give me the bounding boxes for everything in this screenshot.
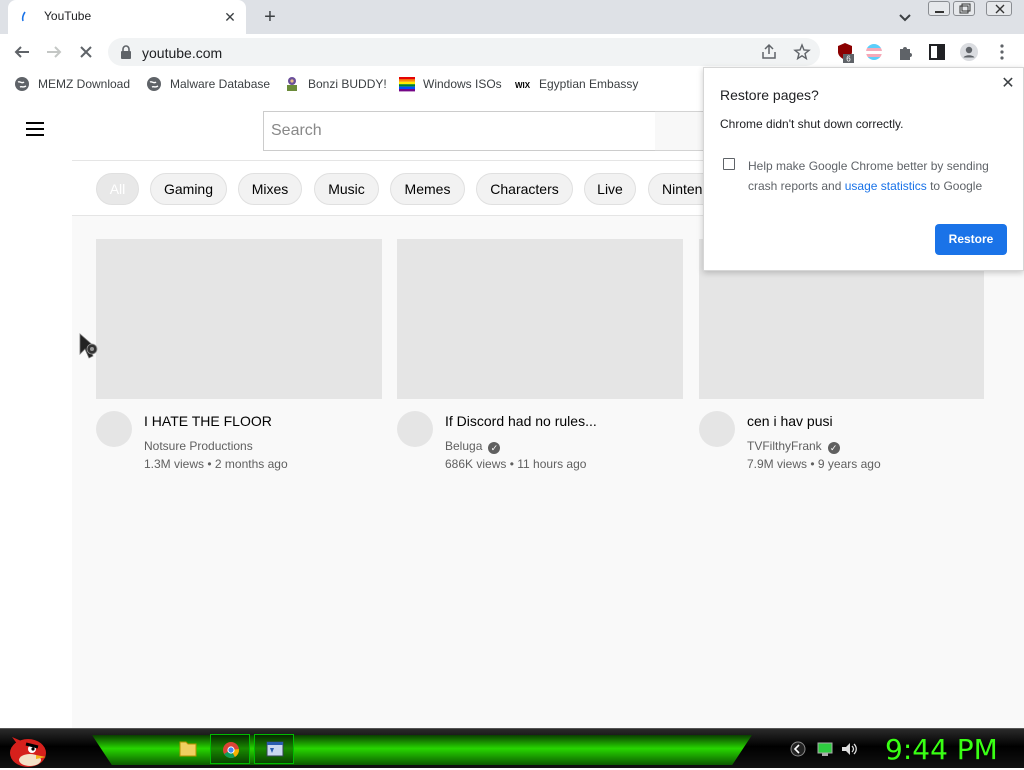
taskbar-app-window[interactable] [254, 734, 294, 764]
side-panel-icon[interactable] [926, 41, 948, 63]
search-input[interactable]: Search [263, 111, 656, 151]
share-icon[interactable] [760, 43, 778, 61]
bookmark-egyptian-embassy[interactable]: WIX Egyptian Embassy [515, 74, 640, 94]
video-title[interactable]: I HATE THE FLOOR [144, 413, 272, 429]
chrome-menu-icon[interactable] [991, 41, 1013, 63]
video-title[interactable]: If Discord had no rules... [445, 413, 597, 429]
chip-memes[interactable]: Memes [390, 173, 465, 205]
svg-text:WIX: WIX [515, 81, 531, 90]
bonzi-icon [287, 77, 297, 91]
dialog-close-icon[interactable]: ✕ [998, 74, 1018, 94]
video-meta: 7.9M views • 9 years ago [747, 457, 881, 471]
search-placeholder: Search [271, 122, 322, 139]
crash-report-checkbox[interactable] [723, 158, 735, 170]
channel-name[interactable]: Notsure Productions [144, 439, 253, 453]
tab-strip: YouTube ✕ + [0, 0, 1024, 34]
channel-avatar[interactable] [699, 411, 735, 447]
chip-music[interactable]: Music [314, 173, 379, 205]
url-text: youtube.com [142, 45, 223, 61]
tab-search-chevron-icon[interactable] [894, 6, 916, 28]
address-bar[interactable]: youtube.com [108, 38, 820, 66]
chrome-icon [223, 742, 239, 758]
tab-youtube[interactable]: YouTube ✕ [8, 0, 246, 34]
video-meta: 1.3M views • 2 months ago [144, 457, 288, 471]
bookmark-windows-isos[interactable]: Windows ISOs [399, 74, 503, 94]
channel-avatar[interactable] [397, 411, 433, 447]
verified-check-icon: ✓ [488, 442, 501, 454]
chip-all[interactable]: All [96, 173, 139, 205]
windows-flag-icon [399, 77, 415, 92]
restore-button[interactable]: Restore [935, 224, 1007, 255]
app-window-icon [266, 741, 284, 757]
tray-chevron-icon[interactable] [790, 741, 806, 757]
usage-statistics-link[interactable]: usage statistics [845, 179, 927, 193]
video-meta: 686K views • 11 hours ago [445, 457, 587, 471]
forward-arrow-icon[interactable] [43, 41, 65, 63]
folder-icon [179, 741, 197, 757]
loading-icon [21, 11, 26, 22]
dialog-title: Restore pages? [720, 87, 819, 103]
hamburger-menu-icon[interactable] [26, 122, 46, 138]
bookmark-bonzi-buddy[interactable]: Bonzi BUDDY! [284, 74, 387, 94]
tab-close-icon[interactable]: ✕ [220, 7, 240, 27]
stop-loading-icon[interactable] [75, 41, 97, 63]
tab-title: YouTube [44, 9, 92, 23]
ublock-extension-icon[interactable]: 6 [834, 41, 856, 63]
pride-extension-icon[interactable] [863, 41, 885, 63]
busy-cursor-icon [79, 333, 98, 359]
dialog-subtitle: Chrome didn't shut down correctly. [720, 117, 904, 131]
guide-column [0, 98, 72, 728]
system-tray [780, 735, 870, 763]
bookmark-malware-database[interactable]: Malware Database [146, 74, 271, 94]
taskbar: 9:44 PM [0, 728, 1024, 768]
taskbar-clock[interactable]: 9:44 PM [885, 733, 998, 766]
globe-icon [147, 77, 161, 91]
minimize-button[interactable] [928, 1, 950, 16]
channel-name[interactable]: Beluga ✓ [445, 439, 501, 454]
video-title[interactable]: cen i hav pusi [747, 413, 833, 429]
crash-report-label: Help make Google Chrome better by sendin… [748, 159, 989, 193]
verified-check-icon: ✓ [827, 442, 840, 454]
channel-name[interactable]: TVFilthyFrank ✓ [747, 439, 840, 454]
chip-gaming[interactable]: Gaming [150, 173, 227, 205]
taskbar-chrome[interactable] [210, 734, 250, 764]
video-thumbnail[interactable] [397, 239, 683, 399]
bookmark-star-icon[interactable] [793, 43, 811, 61]
chip-mixes[interactable]: Mixes [238, 173, 302, 205]
profile-avatar-icon[interactable] [958, 41, 980, 63]
chip-live[interactable]: Live [584, 173, 636, 205]
video-thumbnail[interactable] [96, 239, 382, 399]
bookmark-memz-download[interactable]: MEMZ Download [14, 74, 134, 94]
close-window-button[interactable] [986, 1, 1012, 16]
new-tab-button[interactable]: + [258, 5, 282, 29]
network-monitor-icon[interactable] [816, 740, 834, 758]
restore-window-button[interactable] [953, 1, 975, 16]
browser-toolbar: youtube.com 6 [0, 34, 1024, 70]
lock-icon[interactable] [120, 45, 132, 59]
wix-icon: WIX [515, 81, 531, 90]
taskbar-file-explorer[interactable] [168, 734, 208, 764]
back-arrow-icon[interactable] [11, 41, 33, 63]
globe-icon [15, 77, 29, 91]
extensions-puzzle-icon[interactable] [895, 41, 917, 63]
start-button-angry-bird-icon[interactable] [4, 731, 50, 767]
restore-pages-dialog: Restore pages? ✕ Chrome didn't shut down… [703, 67, 1024, 271]
extension-badge: 6 [846, 55, 851, 64]
channel-avatar[interactable] [96, 411, 132, 447]
chip-characters[interactable]: Characters [476, 173, 573, 205]
volume-speaker-icon[interactable] [840, 740, 858, 758]
